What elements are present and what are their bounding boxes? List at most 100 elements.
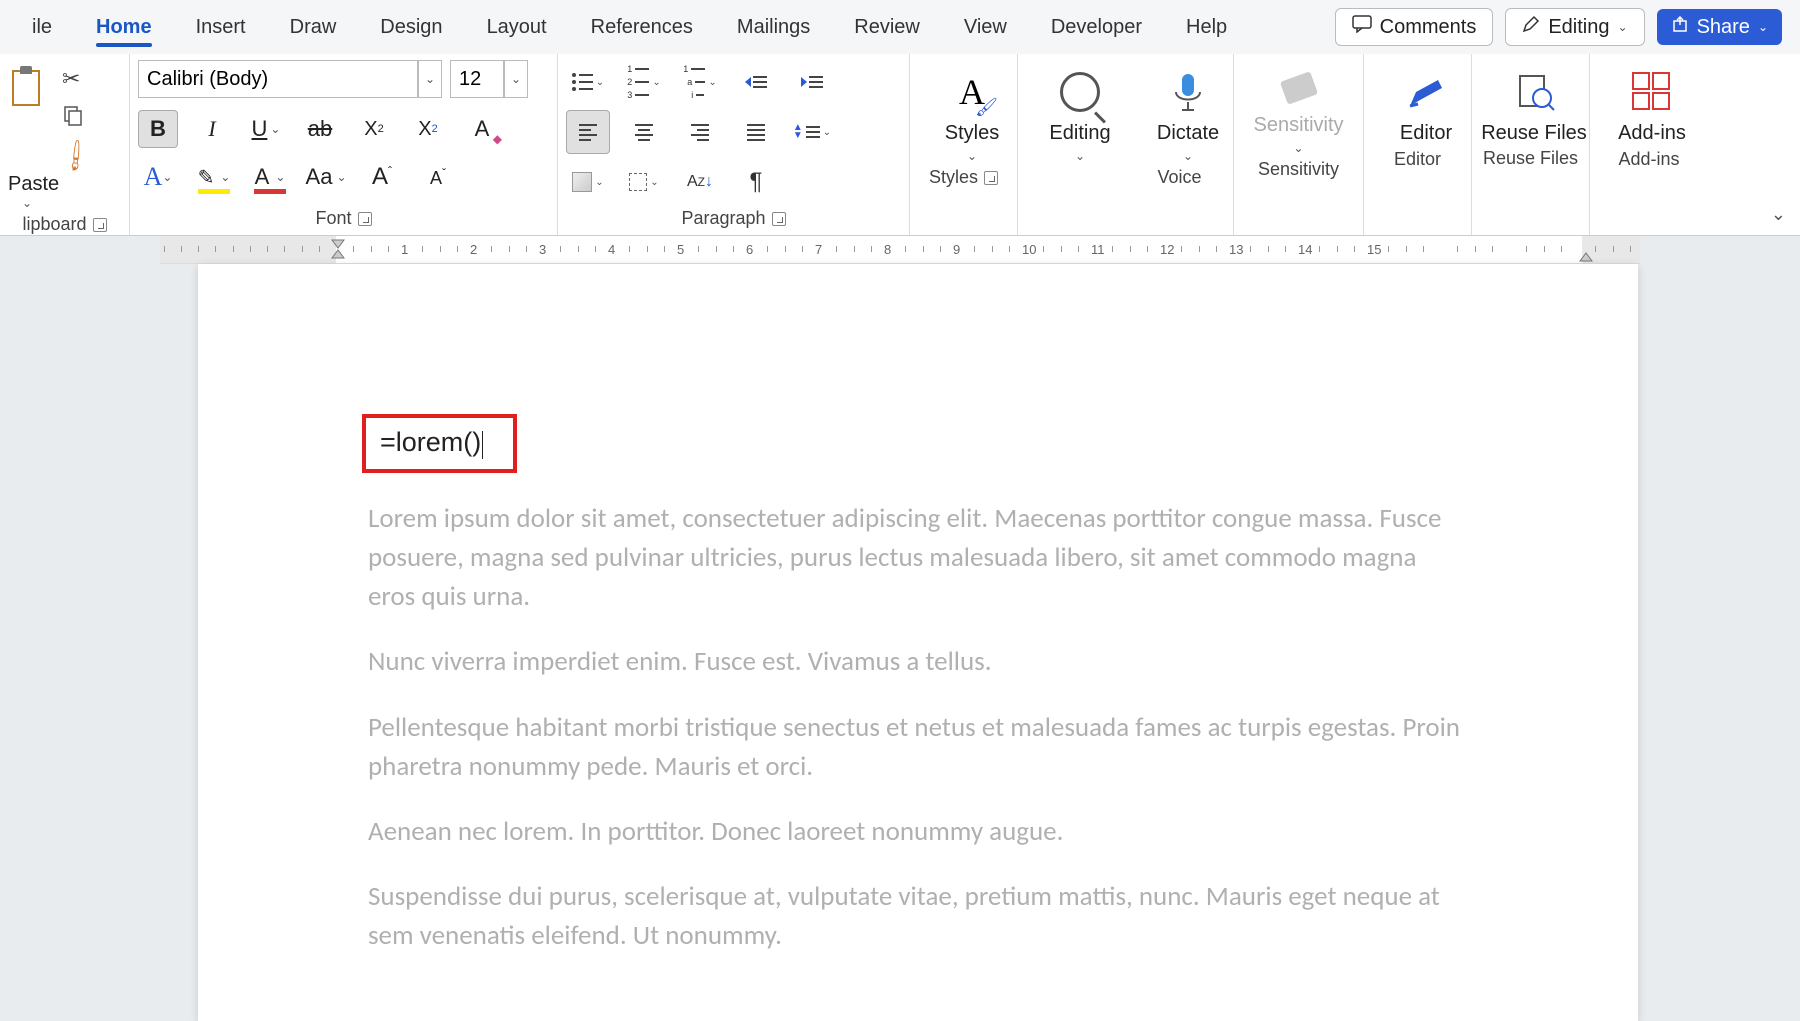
lorem-formula-input[interactable]: =lorem(): [362, 414, 517, 473]
editor-button[interactable]: Editor: [1372, 60, 1480, 145]
styles-dialog-launcher[interactable]: [984, 171, 998, 185]
numbering-button[interactable]: 123⌄: [622, 60, 666, 104]
group-voice: Dictate ⌄ Voice: [1126, 54, 1234, 235]
ruler-number: 5: [677, 242, 684, 257]
sensitivity-icon: [1279, 68, 1319, 108]
cut-button[interactable]: ✂: [62, 66, 90, 92]
tab-draw[interactable]: Draw: [268, 4, 359, 51]
font-group-label: Font: [315, 208, 351, 229]
tab-home[interactable]: Home: [74, 4, 174, 51]
reuse-files-label: Reuse Files: [1481, 122, 1587, 144]
decrease-indent-button[interactable]: [734, 60, 778, 104]
paste-button[interactable]: [8, 60, 52, 110]
share-button[interactable]: Share ⌄: [1657, 9, 1782, 45]
bullets-button[interactable]: ⌄: [566, 60, 610, 104]
editing-mode-button[interactable]: Editing ⌄: [1505, 8, 1644, 46]
paragraph-2: Nunc viverra imperdiet enim. Fusce est. …: [368, 642, 1468, 681]
ruler-number: 3: [539, 242, 546, 257]
microphone-icon: [1164, 68, 1212, 116]
group-editing: Editing ⌄: [1018, 54, 1126, 235]
show-paragraph-marks-button[interactable]: ¶: [734, 160, 778, 204]
document-page[interactable]: =lorem() Lorem ipsum dolor sit amet, con…: [198, 264, 1638, 1021]
horizontal-ruler[interactable]: 123456789101112131415: [160, 236, 1640, 264]
ruler-number: 1: [401, 242, 408, 257]
dictate-button[interactable]: Dictate ⌄: [1134, 60, 1242, 163]
tab-mailings[interactable]: Mailings: [715, 4, 832, 51]
align-right-button[interactable]: [678, 110, 722, 154]
change-case-button[interactable]: Aa⌄: [306, 158, 346, 196]
tab-design[interactable]: Design: [358, 4, 464, 51]
copy-button[interactable]: [62, 104, 90, 131]
ruler-number: 12: [1160, 242, 1174, 257]
reuse-files-group-label: Reuse Files: [1483, 148, 1578, 169]
sort-button[interactable]: AZ↓: [678, 160, 722, 204]
subscript-button[interactable]: X2: [354, 110, 394, 148]
font-name-input[interactable]: [138, 60, 418, 98]
justify-button[interactable]: [734, 110, 778, 154]
paragraph-4: Aenean nec lorem. In porttitor. Donec la…: [368, 812, 1468, 851]
font-size-input[interactable]: [450, 60, 504, 98]
grow-font-button[interactable]: Aˆ: [362, 158, 402, 196]
editing-mode-label: Editing: [1548, 16, 1609, 39]
text-effects-button[interactable]: A⌄: [138, 158, 178, 196]
highlight-button[interactable]: ✎⌄: [194, 158, 234, 196]
tab-developer[interactable]: Developer: [1029, 4, 1164, 51]
format-painter-button[interactable]: 🖌: [57, 137, 95, 175]
underline-button[interactable]: U⌄: [246, 110, 286, 148]
first-line-indent-marker[interactable]: [330, 238, 346, 265]
styles-button[interactable]: A🖌 Styles ⌄: [918, 60, 1026, 163]
clear-formatting-button[interactable]: A◆: [462, 110, 502, 148]
tab-insert[interactable]: Insert: [174, 4, 268, 51]
ribbon-tabs: ile Home Insert Draw Design Layout Refer…: [0, 0, 1800, 54]
group-editor: Editor Editor: [1364, 54, 1472, 235]
ruler-number: 9: [953, 242, 960, 257]
group-paragraph: ⌄ 123⌄ 1ai⌄: [558, 54, 910, 235]
ruler-number: 13: [1229, 242, 1243, 257]
shading-button[interactable]: ⌄: [566, 160, 610, 204]
tab-layout[interactable]: Layout: [465, 4, 569, 51]
editing-label: Editing: [1049, 122, 1110, 145]
font-name-dropdown[interactable]: ⌄: [418, 60, 442, 98]
tab-view[interactable]: View: [942, 4, 1029, 51]
shrink-font-button[interactable]: Aˇ: [418, 158, 458, 196]
paste-dropdown[interactable]: ⌄: [22, 196, 121, 210]
chevron-down-icon: ⌄: [1618, 20, 1628, 34]
paragraph-3: Pellentesque habitant morbi tristique se…: [368, 708, 1468, 786]
chevron-down-icon: ⌄: [967, 149, 977, 163]
editing-button[interactable]: Editing ⌄: [1026, 60, 1134, 163]
font-dialog-launcher[interactable]: [358, 212, 372, 226]
increase-indent-button[interactable]: [790, 60, 834, 104]
font-size-dropdown[interactable]: ⌄: [504, 60, 528, 98]
clipboard-dialog-launcher[interactable]: [93, 218, 107, 232]
collapse-ribbon-button[interactable]: ⌄: [1771, 204, 1786, 225]
addins-button[interactable]: Add-ins: [1598, 60, 1706, 145]
paste-icon: [8, 66, 52, 110]
group-reuse-files: Reuse Files Reuse Files: [1472, 54, 1590, 235]
chevron-down-icon: ⌄: [1293, 141, 1303, 155]
strikethrough-button[interactable]: ab: [300, 110, 340, 148]
borders-button[interactable]: ⌄: [622, 160, 666, 204]
comments-button[interactable]: Comments: [1335, 8, 1494, 46]
ruler-number: 14: [1298, 242, 1312, 257]
font-color-button[interactable]: A⌄: [250, 158, 290, 196]
superscript-button[interactable]: X2: [408, 110, 448, 148]
tab-file[interactable]: ile: [10, 4, 74, 51]
tab-help[interactable]: Help: [1164, 4, 1249, 51]
paragraph-dialog-launcher[interactable]: [772, 212, 786, 226]
reuse-files-button[interactable]: Reuse Files: [1480, 60, 1588, 144]
ruler-number: 2: [470, 242, 477, 257]
align-left-button[interactable]: [566, 110, 610, 154]
share-icon: [1671, 15, 1689, 39]
editor-group-label: Editor: [1394, 149, 1441, 170]
align-center-button[interactable]: [622, 110, 666, 154]
tab-review[interactable]: Review: [832, 4, 942, 51]
tab-references[interactable]: References: [569, 4, 715, 51]
italic-button[interactable]: I: [192, 110, 232, 148]
multilevel-list-button[interactable]: 1ai⌄: [678, 60, 722, 104]
group-addins: Add-ins Add-ins: [1590, 54, 1708, 235]
bold-button[interactable]: B: [138, 110, 178, 148]
formula-text: =lorem(): [380, 427, 481, 457]
line-spacing-button[interactable]: ▲▼⌄: [790, 110, 834, 154]
comments-label: Comments: [1380, 16, 1477, 39]
group-clipboard: ✂ 🖌 Paste ⌄ lipboard: [0, 54, 130, 235]
